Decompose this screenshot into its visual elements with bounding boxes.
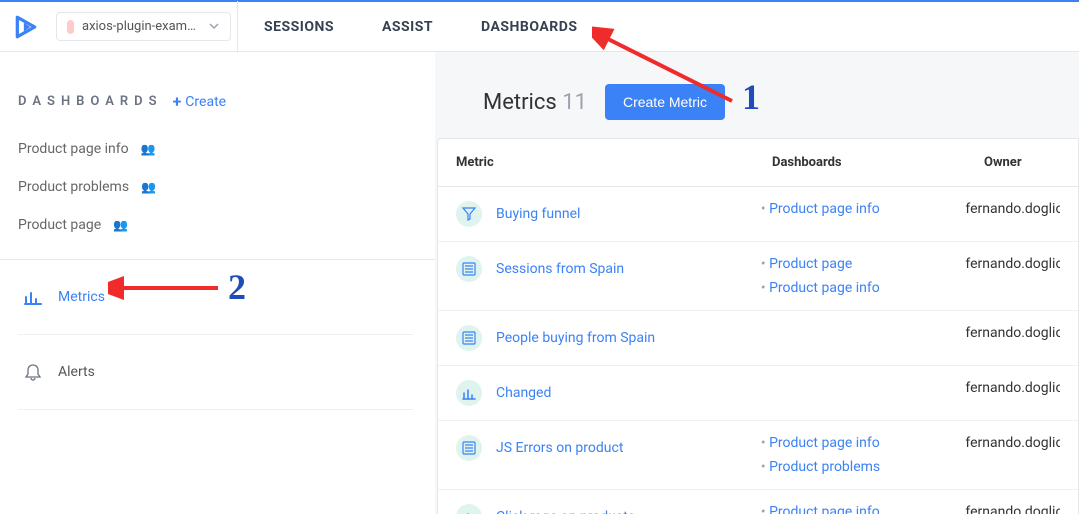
dashboards-cell: Product page info <box>761 201 966 217</box>
owner-cell: fernando.doglio <box>965 504 1060 514</box>
metrics-label: Metrics <box>58 289 105 305</box>
dashboard-name: Product problems <box>18 179 129 195</box>
owner-cell: fernando.doglio <box>965 201 1060 217</box>
metric-link[interactable]: People buying from Spain <box>496 330 655 346</box>
metric-cell: Click rage on products <box>456 504 761 514</box>
list-icon <box>456 435 482 461</box>
dashboard-name: Product page <box>18 217 101 233</box>
table-row[interactable]: JS Errors on productProduct page infoPro… <box>438 421 1078 490</box>
nav-sessions[interactable]: SESSIONS <box>264 19 334 35</box>
app-logo[interactable] <box>0 14 52 40</box>
table-row[interactable]: Sessions from SpainProduct pageProduct p… <box>438 242 1078 311</box>
table-row[interactable]: People buying from Spain fernando.doglio <box>438 311 1078 366</box>
metric-cell: Changed <box>456 380 761 406</box>
metric-link[interactable]: Changed <box>496 385 551 401</box>
bell-icon <box>24 363 42 381</box>
dashboard-link[interactable]: Product page info <box>761 280 966 296</box>
owner-cell: fernando.doglio <box>965 435 1060 451</box>
col-owner: Owner <box>984 155 1060 170</box>
dashboard-link[interactable]: Product page info <box>761 201 966 217</box>
main-content: Metrics 11 Create Metric Metric Dashboar… <box>435 52 1079 514</box>
col-dashboards: Dashboards <box>772 155 984 170</box>
metric-cell: People buying from Spain <box>456 325 761 351</box>
table-header: Metric Dashboards Owner <box>438 139 1078 187</box>
sidebar-nav: Metrics Alerts <box>18 260 413 410</box>
project-color-pill <box>67 20 74 34</box>
divider <box>237 1 238 53</box>
dashboards-cell: Product page info <box>761 504 966 514</box>
dashboards-list: Product page info 👥 Product problems 👥 P… <box>18 141 413 233</box>
topbar: axios-plugin-exam… SESSIONS ASSIST DASHB… <box>0 0 1079 52</box>
sidebar-dashboard-item[interactable]: Product problems 👥 <box>18 179 413 195</box>
sidebar: DASHBOARDS + Create Product page info 👥 … <box>0 52 435 514</box>
owner-cell: fernando.doglio <box>965 256 1060 272</box>
dashboard-link[interactable]: Product page <box>761 256 966 272</box>
dashboards-cell: Product page Product page info <box>761 256 966 296</box>
nav-dashboards[interactable]: DASHBOARDS <box>481 19 577 35</box>
page-title: Metrics 11 <box>483 90 587 115</box>
project-name: axios-plugin-exam… <box>82 19 200 34</box>
sidebar-dashboard-item[interactable]: Product page info 👥 <box>18 141 413 157</box>
sidebar-dashboard-item[interactable]: Product page 👥 <box>18 217 413 233</box>
table-row[interactable]: Changed fernando.doglio <box>438 366 1078 421</box>
table-body: Buying funnelProduct page infofernando.d… <box>438 187 1078 514</box>
dashboard-name: Product page info <box>18 141 129 157</box>
table-row[interactable]: Click rage on products Product page infof… <box>438 490 1078 514</box>
metrics-table: Metric Dashboards Owner Buying funnel Pro… <box>437 138 1079 514</box>
shared-icon: 👥 <box>141 142 156 156</box>
create-label: Create <box>185 94 226 110</box>
dashboard-link[interactable]: Product problems <box>761 459 966 475</box>
sidebar-title: DASHBOARDS <box>18 94 163 109</box>
plus-icon: + <box>173 92 182 111</box>
list-icon <box>456 325 482 351</box>
bars-icon <box>456 380 482 406</box>
sidebar-item-metrics[interactable]: Metrics <box>18 260 413 335</box>
bars-icon <box>456 504 482 514</box>
metric-cell: JS Errors on product <box>456 435 761 461</box>
owner-cell: fernando.doglio <box>965 380 1060 396</box>
metric-cell: Sessions from Spain <box>456 256 761 282</box>
body: DASHBOARDS + Create Product page info 👥 … <box>0 52 1079 514</box>
project-selector[interactable]: axios-plugin-exam… <box>56 12 231 41</box>
create-metric-button[interactable]: Create Metric <box>605 84 725 120</box>
page-title-text: Metrics <box>483 90 557 115</box>
main-header: Metrics 11 Create Metric <box>435 52 1079 138</box>
chevron-down-icon <box>208 17 220 36</box>
funnel-icon <box>456 201 482 227</box>
shared-icon: 👥 <box>113 218 128 232</box>
sidebar-item-alerts[interactable]: Alerts <box>18 335 413 410</box>
metric-link[interactable]: Click rage on products <box>496 509 635 514</box>
dashboards-cell: Product page info Product problems <box>761 435 966 475</box>
list-icon <box>456 256 482 282</box>
metric-link[interactable]: Buying funnel <box>496 206 580 222</box>
nav-assist[interactable]: ASSIST <box>382 19 433 35</box>
sidebar-header: DASHBOARDS + Create <box>18 92 413 111</box>
col-metric: Metric <box>456 155 772 170</box>
metric-link[interactable]: JS Errors on product <box>496 440 623 456</box>
barchart-icon <box>24 288 42 306</box>
owner-cell: fernando.doglio <box>965 325 1060 341</box>
table-row[interactable]: Buying funnel Product page infofernando.d… <box>438 187 1078 242</box>
metric-cell: Buying funnel <box>456 201 761 227</box>
top-nav: SESSIONS ASSIST DASHBOARDS <box>264 19 577 35</box>
shared-icon: 👥 <box>141 180 156 194</box>
alerts-label: Alerts <box>58 364 95 380</box>
metrics-count: 11 <box>562 90 587 115</box>
dashboard-link[interactable]: Product page info <box>761 435 966 451</box>
create-dashboard-link[interactable]: + Create <box>173 92 227 111</box>
dashboard-link[interactable]: Product page info <box>761 504 966 514</box>
metric-link[interactable]: Sessions from Spain <box>496 261 624 277</box>
